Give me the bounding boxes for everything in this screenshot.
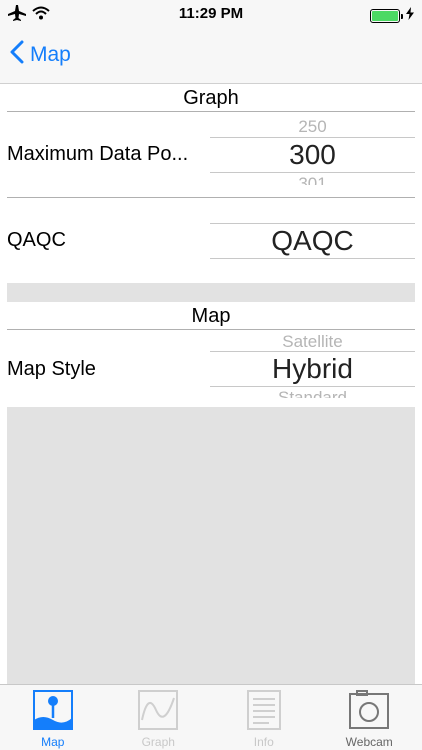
chevron-left-icon — [10, 40, 24, 70]
max-data-points-picker[interactable]: 250 300 301 — [210, 115, 415, 185]
charging-bolt-icon — [406, 7, 414, 25]
tab-label: Info — [253, 735, 274, 749]
map-pin-icon — [32, 690, 73, 730]
empty-content-area — [7, 407, 415, 684]
map-section-header: Map — [191, 305, 231, 327]
tab-webcam[interactable]: Webcam — [317, 685, 422, 750]
tab-info[interactable]: Info — [211, 685, 317, 750]
picker-item-above: Satellite — [282, 332, 343, 351]
tab-label: Graph — [141, 735, 175, 749]
status-bar: 11:29 PM — [0, 0, 422, 28]
picker-selected-value: Hybrid — [272, 353, 353, 384]
tab-label: Webcam — [345, 735, 393, 749]
tab-label: Map — [41, 735, 65, 749]
navigation-bar: Map — [0, 28, 422, 84]
graph-wave-icon — [138, 690, 179, 730]
section-separator — [7, 283, 415, 302]
qaqc-label: QAQC — [7, 229, 66, 251]
picker-selected-value: QAQC — [271, 225, 354, 256]
map-style-picker[interactable]: Satellite Hybrid Standard — [210, 332, 415, 398]
battery-icon — [370, 7, 414, 25]
tab-map[interactable]: Map — [0, 685, 106, 750]
back-button-label: Map — [30, 43, 71, 66]
picker-selected-value: 300 — [289, 139, 336, 170]
picker-item-below: Standard — [278, 388, 347, 398]
qaqc-picker[interactable]: QAQC — [210, 203, 415, 268]
tab-bar: Map Graph Info Webcam — [0, 684, 422, 750]
status-time: 11:29 PM — [178, 5, 244, 22]
max-data-points-label: Maximum Data Po... — [7, 143, 189, 165]
tab-graph[interactable]: Graph — [106, 685, 212, 750]
back-button[interactable]: Map — [10, 40, 71, 70]
info-list-icon — [244, 690, 284, 730]
divider — [7, 329, 415, 330]
graph-section-header: Graph — [183, 87, 239, 109]
camera-icon — [349, 690, 390, 730]
divider — [7, 197, 415, 198]
picker-item-below: 301 — [298, 174, 327, 185]
map-style-label: Map Style — [7, 358, 96, 380]
picker-item-above: 250 — [298, 117, 327, 136]
divider — [7, 111, 415, 112]
